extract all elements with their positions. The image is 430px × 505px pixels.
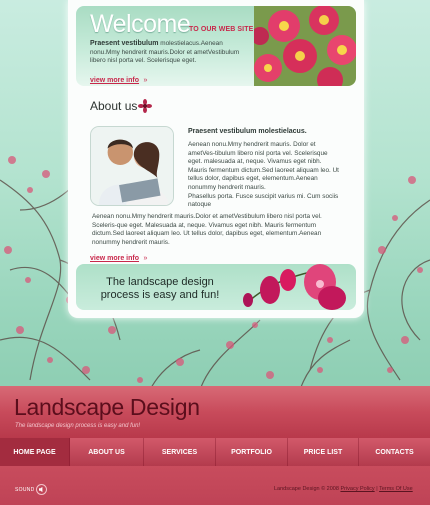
about-paragraph-2: Phasellus porta. Fusce suscipit varius m… xyxy=(188,192,339,209)
about-paragraph-1: Aenean nonu.Mmy hendrerit mauris. Dolor … xyxy=(188,141,339,191)
process-line-1: The landscape design xyxy=(106,276,214,288)
nav-services[interactable]: SERVICES xyxy=(144,438,216,466)
nav-price-list[interactable]: PRICE LIST xyxy=(288,438,359,466)
flower-icon xyxy=(138,99,152,113)
privacy-policy-link[interactable]: Privacy Policy xyxy=(340,486,374,492)
about-heading: About us xyxy=(90,99,138,113)
arrow-icon: » xyxy=(143,77,148,84)
nav-contacts[interactable]: CONTACTS xyxy=(359,438,430,466)
orchid-image xyxy=(243,264,346,310)
welcome-subtitle: TO OUR WEB SITE xyxy=(189,26,254,33)
about-more[interactable]: view more info » xyxy=(90,247,147,265)
process-line-2: process is easy and fun! xyxy=(100,289,220,301)
about-text: Praesent vestibulum molestielacus. Aenea… xyxy=(188,128,340,210)
brand-slogan: The landscape design process is easy and… xyxy=(15,423,141,429)
welcome-more[interactable]: view more info » xyxy=(90,69,147,87)
welcome-bold: Praesent vestibulum xyxy=(90,40,159,47)
sound-toggle-button[interactable] xyxy=(36,484,47,495)
nav-home[interactable]: HOME PAGE xyxy=(0,438,70,466)
nav-about[interactable]: ABOUT US xyxy=(70,438,144,466)
about-text-2: Aenean nonu.Mmy hendrerit mauris.Dolor e… xyxy=(92,213,342,247)
nav-portfolio[interactable]: PORTFOLIO xyxy=(216,438,288,466)
couple-photo xyxy=(90,126,174,206)
copyright-text: Landscape Design © 2008 Privacy Policy |… xyxy=(274,486,413,492)
footer-separator: | xyxy=(376,486,378,492)
process-text: The landscape design process is easy and… xyxy=(100,276,220,302)
copyright: Landscape Design © 2008 xyxy=(274,486,339,492)
about-bold: Praesent vestibulum molestielacus. xyxy=(188,128,307,135)
brand-title: Landscape Design xyxy=(14,394,200,420)
arrow-icon: » xyxy=(143,255,148,262)
about-paragraph-3: Aenean nonu.Mmy hendrerit mauris.Dolor e… xyxy=(92,213,322,246)
main-nav: HOME PAGE ABOUT US SERVICES PORTFOLIO PR… xyxy=(0,438,430,466)
sound-label: SOUND xyxy=(15,487,35,493)
welcome-more-link[interactable]: view more info xyxy=(90,77,139,84)
flowers-image xyxy=(254,6,356,86)
about-more-link[interactable]: view more info xyxy=(90,255,139,262)
welcome-text: Praesent vestibulum molestielacus.Aenean… xyxy=(90,40,250,66)
sound-icon xyxy=(39,487,43,492)
welcome-title: Welcome xyxy=(90,10,191,38)
terms-of-use-link[interactable]: Terms Of Use xyxy=(379,486,413,492)
